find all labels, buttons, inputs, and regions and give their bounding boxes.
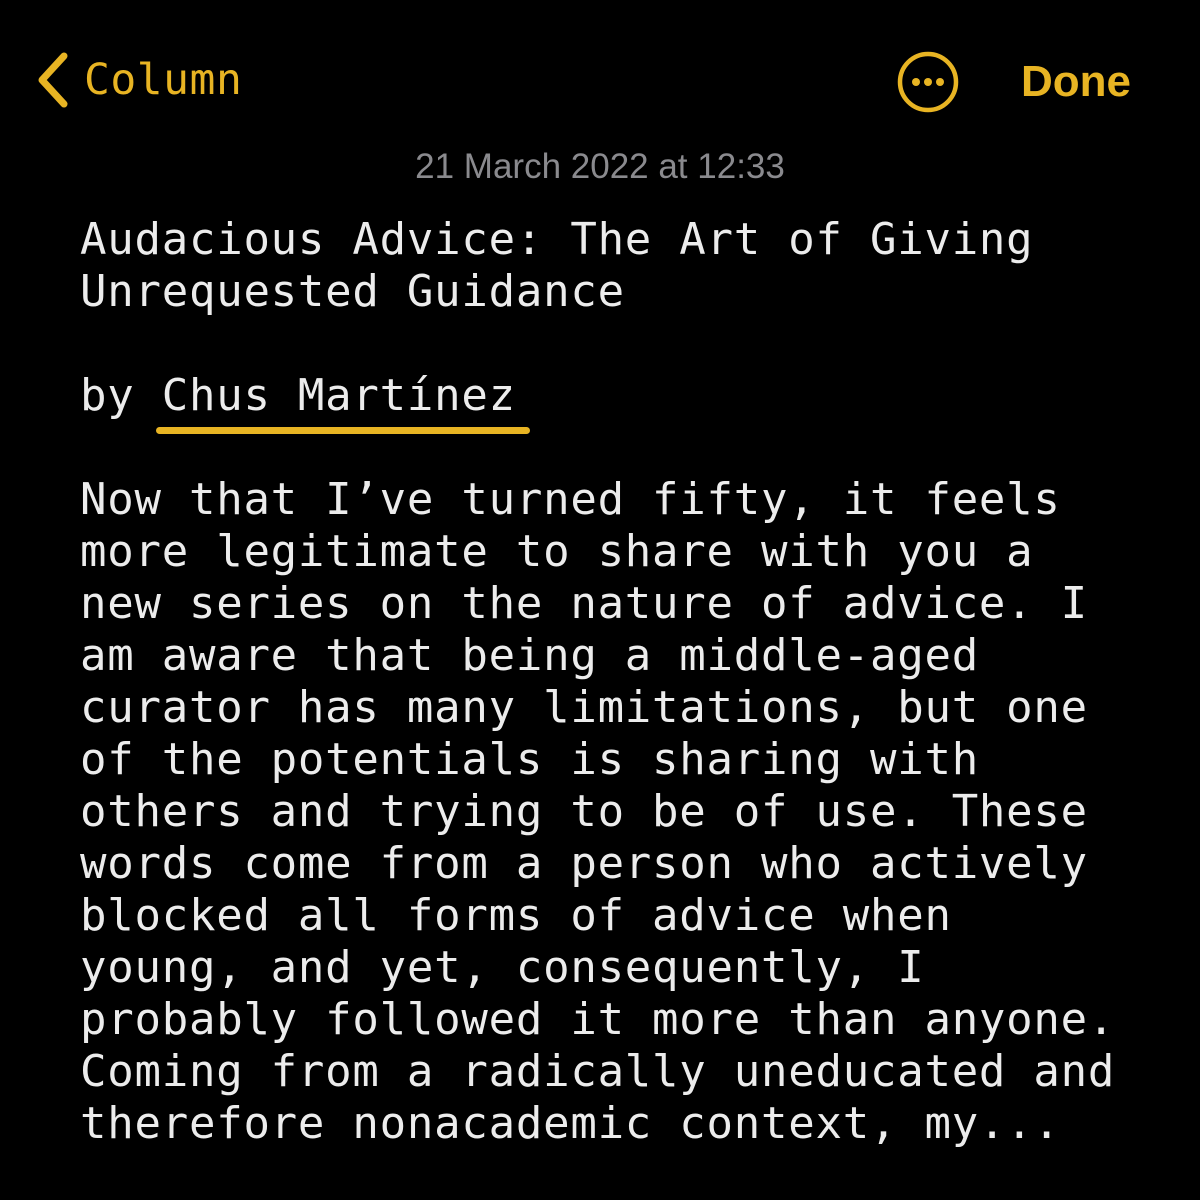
note-body-line: Coming from a radically uneducated and xyxy=(80,1046,1116,1097)
note-body-line: Now that I’ve turned fifty, it feels xyxy=(80,474,1061,525)
note-body-line: new series on the nature of advice. I xyxy=(80,578,1088,629)
author-name: Chus Martínez xyxy=(155,370,530,434)
done-button[interactable]: Done xyxy=(1021,52,1131,112)
navigation-bar: Column Done xyxy=(0,0,1200,150)
note-body-line: more legitimate to share with you a xyxy=(80,526,1034,577)
note-timestamp: 21 March 2022 at 12:33 xyxy=(415,147,785,186)
back-button[interactable]: Column xyxy=(36,48,242,112)
chevron-left-icon xyxy=(38,52,68,108)
note-body-line: am aware that being a middle-aged xyxy=(80,630,979,681)
author-highlight-underline xyxy=(155,427,530,434)
note-text-editor[interactable]: Audacious Advice: The Art of Giving Unre… xyxy=(80,214,1180,1150)
back-button-label: Column xyxy=(84,55,243,105)
note-body-line: young, and yet, consequently, I xyxy=(80,942,925,993)
note-title-line: Audacious Advice: The Art of Giving xyxy=(80,214,1034,265)
note-body-line: therefore nonacademic context, my... xyxy=(80,1098,1061,1149)
note-title-line: Unrequested Guidance xyxy=(80,266,625,317)
byline-prefix: by xyxy=(80,370,162,421)
note-body-line: of the potentials is sharing with xyxy=(80,734,979,785)
ellipsis-circle-icon xyxy=(897,51,959,113)
note-body-line: others and trying to be of use. These xyxy=(80,786,1088,837)
more-options-button[interactable] xyxy=(896,50,960,114)
byline: by Chus Martínez xyxy=(80,370,1180,434)
note-body-line: curator has many limitations, but one xyxy=(80,682,1088,733)
note-body-line: words come from a person who actively xyxy=(80,838,1088,889)
author-name-text: Chus Martínez xyxy=(161,370,516,421)
note-body-line: probably followed it more than anyone. xyxy=(80,994,1116,1045)
note-body-line: blocked all forms of advice when xyxy=(80,890,952,941)
